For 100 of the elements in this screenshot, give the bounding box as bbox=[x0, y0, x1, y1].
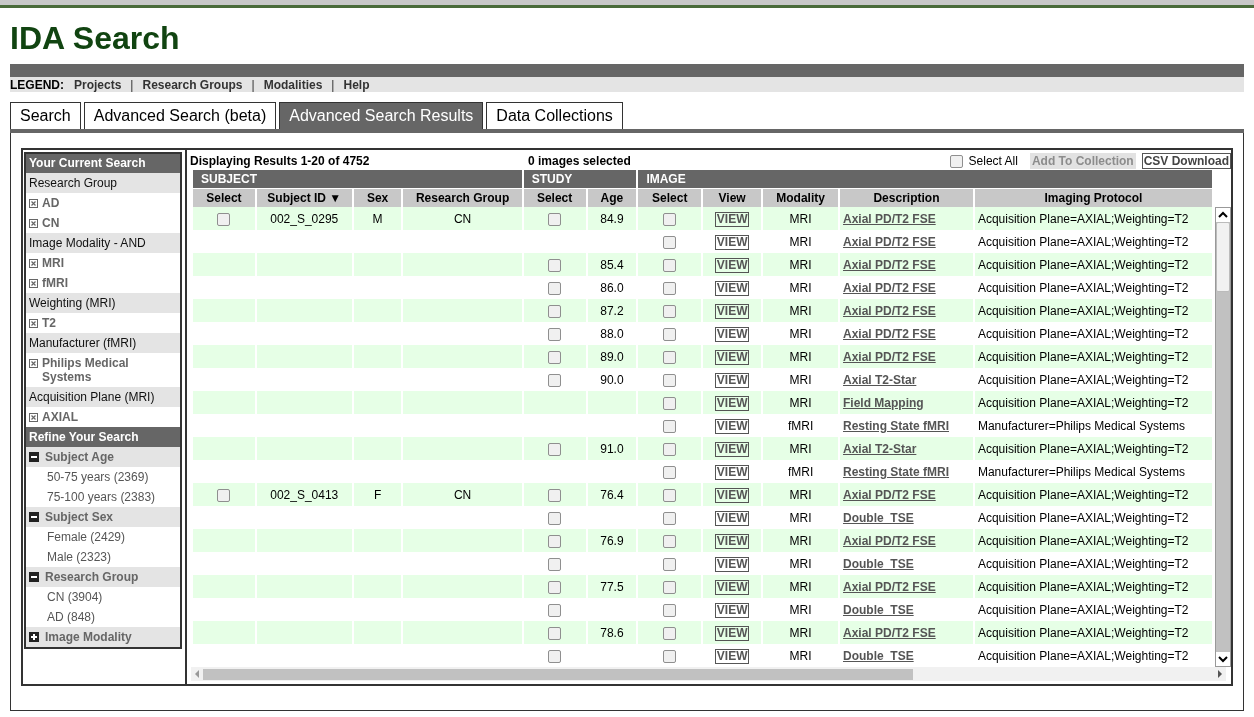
description-link[interactable]: Resting State fMRI bbox=[843, 464, 949, 479]
description-link[interactable]: Axial PD/T2 FSE bbox=[843, 326, 936, 341]
tab[interactable]: Data Collections bbox=[486, 102, 623, 129]
scrollbar-thumb[interactable] bbox=[1216, 222, 1230, 292]
remove-filter-icon[interactable] bbox=[29, 219, 38, 228]
column-header[interactable]: Imaging Protocol bbox=[974, 188, 1212, 207]
checkbox[interactable] bbox=[663, 534, 677, 548]
checkbox[interactable] bbox=[663, 212, 677, 226]
legend-link[interactable]: Help bbox=[343, 75, 370, 94]
checkbox[interactable] bbox=[663, 580, 677, 594]
remove-filter-icon[interactable] bbox=[29, 199, 38, 208]
checkbox[interactable] bbox=[949, 154, 963, 168]
checkbox[interactable] bbox=[548, 327, 562, 341]
checkbox[interactable] bbox=[663, 511, 677, 525]
description-link[interactable]: Double_TSE bbox=[843, 648, 914, 663]
column-header[interactable]: Modality bbox=[763, 188, 838, 207]
checkbox[interactable] bbox=[663, 373, 677, 387]
remove-filter-icon[interactable] bbox=[29, 413, 38, 422]
checkbox[interactable] bbox=[548, 281, 562, 295]
view-link[interactable]: VIEW bbox=[714, 418, 750, 434]
description-link[interactable]: Axial PD/T2 FSE bbox=[843, 234, 936, 249]
remove-filter-icon[interactable] bbox=[29, 259, 38, 268]
view-link[interactable]: VIEW bbox=[714, 510, 750, 526]
legend-link[interactable]: Research Groups bbox=[142, 75, 243, 94]
view-link[interactable]: VIEW bbox=[714, 326, 750, 342]
checkbox[interactable] bbox=[663, 304, 677, 318]
view-link[interactable]: VIEW bbox=[714, 533, 750, 549]
view-link[interactable]: VIEW bbox=[714, 234, 750, 250]
column-header[interactable]: View bbox=[703, 188, 762, 207]
view-link[interactable]: VIEW bbox=[714, 464, 750, 480]
checkbox[interactable] bbox=[548, 603, 562, 617]
description-link[interactable]: Double_TSE bbox=[843, 556, 914, 571]
view-link[interactable]: VIEW bbox=[714, 579, 750, 595]
minus-icon[interactable] bbox=[29, 512, 39, 522]
view-link[interactable]: VIEW bbox=[714, 349, 750, 365]
tab[interactable]: Advanced Search (beta) bbox=[83, 102, 277, 129]
legend-link[interactable]: Modalities bbox=[263, 75, 323, 94]
checkbox[interactable] bbox=[548, 258, 562, 272]
refine-option[interactable]: CN (3904) bbox=[47, 588, 103, 606]
refine-option[interactable]: 50-75 years (2369) bbox=[47, 468, 149, 486]
checkbox[interactable] bbox=[217, 212, 231, 226]
checkbox[interactable] bbox=[663, 488, 677, 502]
checkbox[interactable] bbox=[663, 350, 677, 364]
refine-option[interactable]: 75-100 years (2383) bbox=[47, 488, 156, 506]
checkbox[interactable] bbox=[217, 488, 231, 502]
checkbox[interactable] bbox=[663, 465, 677, 479]
tab[interactable]: Advanced Search Results bbox=[279, 102, 484, 129]
refine-option[interactable]: AD (848) bbox=[47, 608, 96, 626]
refine-option[interactable]: Male (2323) bbox=[47, 548, 112, 566]
checkbox[interactable] bbox=[548, 212, 562, 226]
view-link[interactable]: VIEW bbox=[714, 303, 750, 319]
minus-icon[interactable] bbox=[29, 452, 39, 462]
column-header[interactable]: Select bbox=[193, 188, 255, 207]
action-button[interactable]: CSV Download bbox=[1141, 153, 1231, 169]
checkbox[interactable] bbox=[548, 373, 562, 387]
checkbox[interactable] bbox=[548, 534, 562, 548]
description-link[interactable]: Axial T2-Star bbox=[843, 372, 917, 387]
checkbox[interactable] bbox=[663, 396, 677, 410]
view-link[interactable]: VIEW bbox=[714, 648, 750, 664]
view-link[interactable]: VIEW bbox=[714, 602, 750, 618]
description-link[interactable]: Axial PD/T2 FSE bbox=[843, 280, 936, 295]
column-header[interactable]: Research Group bbox=[403, 188, 522, 207]
description-link[interactable]: Resting State fMRI bbox=[843, 418, 949, 433]
refine-option[interactable]: Female (2429) bbox=[47, 528, 126, 546]
checkbox[interactable] bbox=[663, 235, 677, 249]
checkbox[interactable] bbox=[663, 419, 677, 433]
remove-filter-icon[interactable] bbox=[29, 319, 38, 328]
checkbox[interactable] bbox=[663, 327, 677, 341]
view-link[interactable]: VIEW bbox=[714, 395, 750, 411]
scroll-up-icon[interactable] bbox=[1216, 208, 1230, 222]
checkbox[interactable] bbox=[663, 649, 677, 663]
view-link[interactable]: VIEW bbox=[714, 280, 750, 296]
view-link[interactable]: VIEW bbox=[714, 625, 750, 641]
checkbox[interactable] bbox=[548, 350, 562, 364]
column-header[interactable]: Select bbox=[638, 188, 702, 207]
checkbox[interactable] bbox=[548, 580, 562, 594]
view-link[interactable]: VIEW bbox=[714, 372, 750, 388]
remove-filter-icon[interactable] bbox=[29, 279, 38, 288]
column-header[interactable]: Sex bbox=[353, 188, 402, 207]
view-link[interactable]: VIEW bbox=[714, 211, 750, 227]
minus-icon[interactable] bbox=[29, 572, 39, 582]
checkbox[interactable] bbox=[663, 281, 677, 295]
checkbox[interactable] bbox=[548, 649, 562, 663]
vertical-scrollbar[interactable] bbox=[1215, 207, 1231, 667]
checkbox[interactable] bbox=[663, 442, 677, 456]
remove-filter-icon[interactable] bbox=[29, 359, 38, 368]
checkbox[interactable] bbox=[548, 304, 562, 318]
horizontal-scrollbar[interactable] bbox=[191, 667, 1226, 681]
view-link[interactable]: VIEW bbox=[714, 257, 750, 273]
checkbox[interactable] bbox=[548, 488, 562, 502]
scrollbar-thumb[interactable] bbox=[203, 668, 913, 680]
checkbox[interactable] bbox=[663, 258, 677, 272]
view-link[interactable]: VIEW bbox=[714, 441, 750, 457]
checkbox[interactable] bbox=[663, 626, 677, 640]
scroll-down-icon[interactable] bbox=[1216, 652, 1230, 666]
checkbox[interactable] bbox=[548, 511, 562, 525]
checkbox[interactable] bbox=[548, 442, 562, 456]
description-link[interactable]: Double_TSE bbox=[843, 510, 914, 525]
column-header[interactable]: Select bbox=[523, 188, 586, 207]
view-link[interactable]: VIEW bbox=[714, 556, 750, 572]
